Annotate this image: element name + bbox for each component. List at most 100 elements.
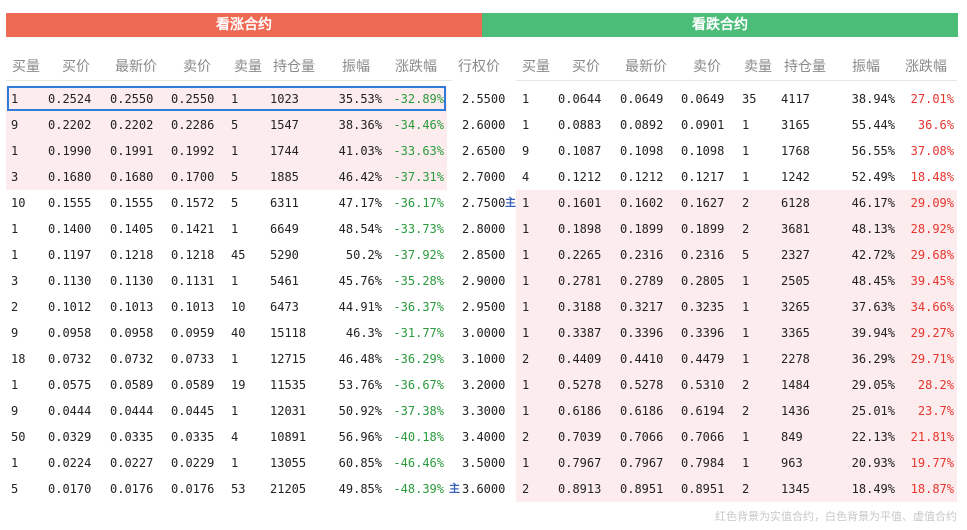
strike-price[interactable]: 3.4000 bbox=[462, 424, 505, 450]
call-col-header[interactable]: 卖价 bbox=[183, 56, 211, 78]
put-oi-cell: 849 bbox=[781, 430, 803, 444]
put-row[interactable]: 2 0.7039 0.7066 0.7066 1 849 22.13% 21.81% bbox=[516, 424, 957, 450]
put-row[interactable]: 1 0.6186 0.6186 0.6194 2 1436 25.01% 23.7% bbox=[516, 398, 957, 424]
put-row[interactable]: 1 0.3188 0.3217 0.3235 1 3265 37.63% 34.66% bbox=[516, 294, 957, 320]
put-col-header[interactable]: 卖量 bbox=[744, 56, 772, 78]
call-row[interactable]: 3 0.1130 0.1130 0.1131 1 5461 45.76% -35.28% bbox=[6, 268, 447, 294]
call-row[interactable]: 5 0.0170 0.0176 0.0176 53 21205 49.85% -48.39% bbox=[6, 476, 447, 502]
strike-price[interactable]: 2.9000 bbox=[462, 268, 505, 294]
put-col-header[interactable]: 涨跌幅 bbox=[905, 56, 947, 78]
put-col-header[interactable]: 最新价 bbox=[625, 56, 667, 78]
put-chg-cell: 36.6% bbox=[917, 118, 954, 132]
call-row[interactable]: 9 0.2202 0.2202 0.2286 5 1547 38.36% -34.46% bbox=[6, 112, 447, 138]
call-col-header[interactable]: 涨跌幅 bbox=[395, 56, 437, 78]
put-row[interactable]: 1 0.7967 0.7967 0.7984 1 963 20.93% 19.77% bbox=[516, 450, 957, 476]
call-ask-vol-cell: 4 bbox=[231, 430, 239, 444]
call-amp-cell: 38.36% bbox=[338, 118, 382, 132]
put-bid-cell: 0.3387 bbox=[558, 326, 602, 340]
call-row[interactable]: 50 0.0329 0.0335 0.0335 4 10891 56.96% -40.18% bbox=[6, 424, 447, 450]
call-row[interactable]: 1 0.1990 0.1991 0.1992 1 1744 41.03% -33.63% bbox=[6, 138, 447, 164]
call-col-header[interactable]: 买价 bbox=[62, 56, 90, 78]
call-row[interactable]: 1 0.0224 0.0227 0.0229 1 13055 60.85% -46.46% bbox=[6, 450, 447, 476]
strike-price[interactable]: 2.9500 bbox=[462, 294, 505, 320]
call-ask-cell: 0.1131 bbox=[171, 274, 215, 288]
call-row[interactable]: 1 0.1197 0.1218 0.1218 45 5290 50.2% -37.92% bbox=[6, 242, 447, 268]
call-row[interactable]: 9 0.0958 0.0958 0.0959 40 15118 46.3% -31.77% bbox=[6, 320, 447, 346]
put-row[interactable]: 2 0.8913 0.8951 0.8951 2 1345 18.49% 18.87% bbox=[516, 476, 957, 502]
strike-price[interactable]: 2.6000 bbox=[462, 112, 505, 138]
call-amp-cell: 50.92% bbox=[338, 404, 382, 418]
call-row[interactable]: 18 0.0732 0.0732 0.0733 1 12715 46.48% -36.29% bbox=[6, 346, 447, 372]
put-ask-cell: 0.8951 bbox=[681, 482, 725, 496]
call-last-cell: 0.0335 bbox=[110, 430, 154, 444]
call-row[interactable]: 1 0.2524 0.2550 0.2550 1 1023 35.53% -32.89% bbox=[6, 86, 447, 112]
call-col-header[interactable]: 卖量 bbox=[234, 56, 262, 78]
call-col-header[interactable]: 最新价 bbox=[115, 56, 157, 78]
put-row[interactable]: 1 0.1601 0.1602 0.1627 2 6128 46.17% 29.09% bbox=[516, 190, 957, 216]
put-ask-cell: 0.4479 bbox=[681, 352, 725, 366]
call-ask-cell: 0.1421 bbox=[171, 222, 215, 236]
call-oi-cell: 1744 bbox=[270, 144, 299, 158]
put-row[interactable]: 1 0.0883 0.0892 0.0901 1 3165 55.44% 36.6% bbox=[516, 112, 957, 138]
call-bid-cell: 0.0329 bbox=[48, 430, 92, 444]
call-contracts-banner[interactable]: 看涨合约 bbox=[6, 13, 482, 37]
put-contracts-banner[interactable]: 看跌合约 bbox=[482, 13, 958, 37]
strike-price[interactable]: 3.0000 bbox=[462, 320, 505, 346]
put-col-header[interactable]: 持仓量 bbox=[784, 56, 826, 78]
call-bid-cell: 0.0958 bbox=[48, 326, 92, 340]
strike-price[interactable]: 3.2000 bbox=[462, 372, 505, 398]
call-chg-cell: -46.46% bbox=[393, 456, 444, 470]
put-row[interactable]: 2 0.4409 0.4410 0.4479 1 2278 36.29% 29.71% bbox=[516, 346, 957, 372]
call-bid-cell: 0.0224 bbox=[48, 456, 92, 470]
strike-price[interactable]: 2.5500 bbox=[462, 86, 505, 112]
call-amp-cell: 44.91% bbox=[338, 300, 382, 314]
put-row[interactable]: 1 0.0644 0.0649 0.0649 35 4117 38.94% 27.01% bbox=[516, 86, 957, 112]
put-col-header[interactable]: 买量 bbox=[522, 56, 550, 78]
call-chg-cell: -48.39% bbox=[393, 482, 444, 496]
call-row[interactable]: 2 0.1012 0.1013 0.1013 10 6473 44.91% -36.37% bbox=[6, 294, 447, 320]
put-row[interactable]: 1 0.1898 0.1899 0.1899 2 3681 48.13% 28.92% bbox=[516, 216, 957, 242]
strike-price[interactable]: 3.5000 bbox=[462, 450, 505, 476]
put-ask-cell: 0.1217 bbox=[681, 170, 725, 184]
strike-price[interactable]: 3.1000 bbox=[462, 346, 505, 372]
put-bid-vol-cell: 1 bbox=[522, 378, 530, 392]
put-ask-cell: 0.0649 bbox=[681, 92, 725, 106]
strike-price[interactable]: 3.6000 bbox=[462, 476, 505, 502]
call-ask-vol-cell: 1 bbox=[231, 274, 239, 288]
call-row[interactable]: 10 0.1555 0.1555 0.1572 5 6311 47.17% -36.17% bbox=[6, 190, 447, 216]
put-col-header[interactable]: 振幅 bbox=[852, 56, 880, 78]
put-row[interactable]: 1 0.3387 0.3396 0.3396 1 3365 39.94% 29.27% bbox=[516, 320, 957, 346]
put-row[interactable]: 9 0.1087 0.1098 0.1098 1 1768 56.55% 37.08% bbox=[516, 138, 957, 164]
put-row[interactable]: 1 0.5278 0.5278 0.5310 2 1484 29.05% 28.2% bbox=[516, 372, 957, 398]
call-row[interactable]: 9 0.0444 0.0444 0.0445 1 12031 50.92% -37.38% bbox=[6, 398, 447, 424]
strike-price[interactable]: 2.7500 bbox=[462, 190, 505, 216]
put-amp-cell: 20.93% bbox=[851, 456, 895, 470]
strike-col-header[interactable]: 行权价 bbox=[458, 56, 500, 78]
call-bid-vol-cell: 9 bbox=[11, 326, 19, 340]
call-amp-cell: 48.54% bbox=[338, 222, 382, 236]
call-col-header[interactable]: 买量 bbox=[12, 56, 40, 78]
strike-price[interactable]: 2.6500 bbox=[462, 138, 505, 164]
call-bid-vol-cell: 50 bbox=[11, 430, 26, 444]
put-oi-cell: 1345 bbox=[781, 482, 810, 496]
call-row[interactable]: 1 0.1400 0.1405 0.1421 1 6649 48.54% -33.73% bbox=[6, 216, 447, 242]
put-col-header[interactable]: 卖价 bbox=[693, 56, 721, 78]
call-ask-vol-cell: 19 bbox=[231, 378, 246, 392]
put-row[interactable]: 1 0.2781 0.2789 0.2805 1 2505 48.45% 39.45% bbox=[516, 268, 957, 294]
call-row[interactable]: 3 0.1680 0.1680 0.1700 5 1885 46.42% -37.31% bbox=[6, 164, 447, 190]
call-last-cell: 0.1555 bbox=[110, 196, 154, 210]
put-col-header[interactable]: 买价 bbox=[572, 56, 600, 78]
strike-price[interactable]: 2.8000 bbox=[462, 216, 505, 242]
call-oi-cell: 1547 bbox=[270, 118, 299, 132]
strike-price[interactable]: 3.3000 bbox=[462, 398, 505, 424]
call-bid-vol-cell: 3 bbox=[11, 274, 19, 288]
call-last-cell: 0.0176 bbox=[110, 482, 154, 496]
put-row[interactable]: 4 0.1212 0.1212 0.1217 1 1242 52.49% 18.48% bbox=[516, 164, 957, 190]
call-row[interactable]: 1 0.0575 0.0589 0.0589 19 11535 53.76% -36.67% bbox=[6, 372, 447, 398]
call-bid-cell: 0.0575 bbox=[48, 378, 92, 392]
put-row[interactable]: 1 0.2265 0.2316 0.2316 5 2327 42.72% 29.68% bbox=[516, 242, 957, 268]
call-col-header[interactable]: 持仓量 bbox=[273, 56, 315, 78]
strike-price[interactable]: 2.7000 bbox=[462, 164, 505, 190]
call-col-header[interactable]: 振幅 bbox=[342, 56, 370, 78]
strike-price[interactable]: 2.8500 bbox=[462, 242, 505, 268]
